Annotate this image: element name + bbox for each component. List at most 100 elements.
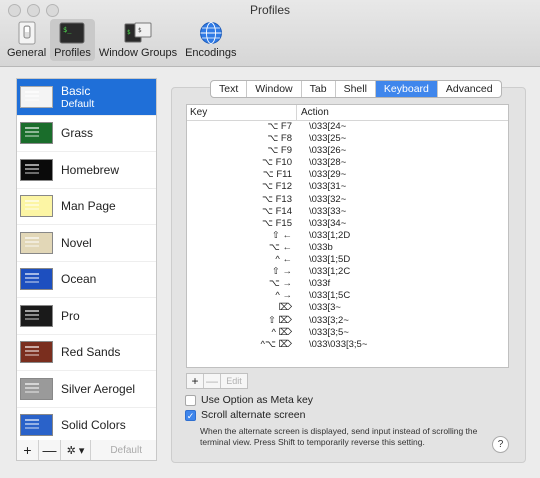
table-row[interactable]: ^ → \033[1;5C <box>187 290 508 302</box>
tab-tab[interactable]: Tab <box>302 81 336 97</box>
toolbar-encodings-label: Encodings <box>185 47 237 59</box>
action-cell: \033[24~ <box>309 121 347 132</box>
add-profile-button[interactable]: + <box>17 440 39 460</box>
key-cell: ^ ⌦ <box>271 326 292 338</box>
key-cell: ^⌥ ⌦ <box>260 338 292 350</box>
profile-item-silver-aerogel[interactable]: Silver Aerogel <box>17 371 156 408</box>
edit-key-mapping-button[interactable]: Edit <box>221 374 247 388</box>
key-mapping-controls: + — Edit <box>186 373 248 389</box>
profile-item-pro[interactable]: Pro <box>17 298 156 335</box>
table-row[interactable]: ⌥ F10 \033[28~ <box>187 157 508 169</box>
profile-item-novel[interactable]: Novel <box>17 225 156 262</box>
table-row[interactable]: ⌦ \033[3~ <box>187 302 508 314</box>
action-cell: \033[32~ <box>309 193 347 205</box>
table-row[interactable]: ⌥ ← \033b <box>187 242 508 254</box>
tab-keyboard[interactable]: Keyboard <box>375 81 438 97</box>
action-cell: \033[3;5~ <box>309 326 349 338</box>
svg-text:$: $ <box>138 27 142 34</box>
profile-thumbnail <box>20 231 53 254</box>
profile-thumbnail <box>20 268 53 291</box>
general-switch-icon <box>13 21 41 45</box>
remove-profile-button[interactable]: — <box>39 440 61 460</box>
toolbar-general[interactable]: General <box>3 19 50 61</box>
action-cell: \033[25~ <box>309 133 347 145</box>
option-meta-key-row[interactable]: Use Option as Meta key <box>185 394 313 406</box>
table-row[interactable]: ⌥ F14 \033[33~ <box>187 206 508 218</box>
option-meta-key-label: Use Option as Meta key <box>201 394 314 406</box>
table-header: Key Action <box>187 105 508 121</box>
key-cell: ⇧ ⌦ <box>267 314 292 326</box>
action-cell: \033\033[3;5~ <box>309 338 368 350</box>
table-row[interactable]: ^ ⌦ \033[3;5~ <box>187 327 508 339</box>
toolbar-window-groups[interactable]: $ $ Window Groups <box>95 19 181 61</box>
set-default-button[interactable]: Default <box>110 445 142 456</box>
table-row[interactable]: ⌥ F12 \033[31~ <box>187 181 508 193</box>
profile-list-controls: + — ✲ ▾ Default <box>16 440 157 461</box>
profile-name: Red Sands <box>61 345 121 360</box>
profile-name: Solid Colors <box>61 418 126 433</box>
profile-item-man-page[interactable]: Man Page <box>17 189 156 225</box>
action-cell: \033[1;2D <box>309 229 351 241</box>
remove-key-mapping-button[interactable]: — <box>204 374 221 388</box>
table-row[interactable]: ^⌥ ⌦ \033\033[3;5~ <box>187 339 508 351</box>
column-header-action[interactable]: Action <box>297 105 329 120</box>
tab-shell[interactable]: Shell <box>336 81 376 97</box>
toolbar-profiles[interactable]: $_ Profiles <box>50 19 95 61</box>
table-row[interactable]: ⌥ F7 \033[24~ <box>187 121 508 133</box>
table-row[interactable]: ⌥ F13 \033[32~ <box>187 194 508 206</box>
profile-name: Grass <box>61 126 94 141</box>
table-row[interactable]: ⌥ F8 \033[25~ <box>187 133 508 145</box>
profile-thumbnail <box>20 85 53 108</box>
toolbar-encodings[interactable]: Encodings <box>181 19 240 61</box>
profile-item-ocean[interactable]: Ocean <box>17 262 156 298</box>
profile-name: Homebrew <box>61 162 120 177</box>
key-cell: ⌥ F14 <box>262 205 292 217</box>
action-cell: \033[26~ <box>309 145 347 157</box>
key-cell: ⌥ F12 <box>262 181 292 193</box>
table-row[interactable]: ^ ← \033[1;5D <box>187 254 508 266</box>
svg-text:$: $ <box>127 29 131 36</box>
table-row[interactable]: ⇧ ⌦ \033[3;2~ <box>187 315 508 327</box>
window-groups-icon: $ $ <box>124 21 152 45</box>
action-cell: \033f <box>309 278 331 290</box>
table-row[interactable]: ⌥ F15 \033[34~ <box>187 218 508 230</box>
table-row[interactable]: ⌥ F11 \033[29~ <box>187 169 508 181</box>
key-cell: ⌥ F8 <box>267 133 292 145</box>
scroll-alternate-row[interactable]: ✓ Scroll alternate screen <box>185 409 305 421</box>
key-cell: ⇧ ← <box>271 229 292 241</box>
add-key-mapping-button[interactable]: + <box>187 374 204 388</box>
option-meta-key-checkbox[interactable] <box>185 394 196 406</box>
table-row[interactable]: ⇧ ← \033[1;2D <box>187 230 508 242</box>
profile-item-homebrew[interactable]: Homebrew <box>17 152 156 189</box>
profile-thumbnail <box>20 341 53 364</box>
profile-thumbnail <box>20 195 53 218</box>
profile-item-solid-colors[interactable]: Solid Colors <box>17 408 156 442</box>
action-cell: \033[3~ <box>309 302 341 314</box>
profile-item-basic[interactable]: Basic Default <box>17 79 156 116</box>
profile-item-red-sands[interactable]: Red Sands <box>17 335 156 371</box>
profile-name: Silver Aerogel <box>61 381 136 396</box>
table-row[interactable]: ⌥ F9 \033[26~ <box>187 145 508 157</box>
action-cell: \033b <box>309 241 333 253</box>
tab-window[interactable]: Window <box>247 81 302 97</box>
profile-default-badge: Default <box>61 97 95 110</box>
profile-actions-gear-icon[interactable]: ✲ ▾ <box>61 440 91 460</box>
tab-text[interactable]: Text <box>211 81 248 97</box>
profile-thumbnail <box>20 304 53 327</box>
help-button[interactable]: ? <box>492 436 509 453</box>
settings-tabs: Text Window Tab Shell Keyboard Advanced <box>210 80 502 98</box>
action-cell: \033[33~ <box>309 205 347 217</box>
tab-advanced[interactable]: Advanced <box>438 81 501 97</box>
profiles-list: Basic Default Grass Homebrew Man Page No… <box>16 78 157 442</box>
profile-item-grass[interactable]: Grass <box>17 116 156 152</box>
scroll-alternate-checkbox[interactable]: ✓ <box>185 409 196 421</box>
title-bar: Profiles General $_ Profiles $ $ Window G… <box>0 0 540 67</box>
action-cell: \033[31~ <box>309 181 347 193</box>
column-header-key[interactable]: Key <box>187 105 297 120</box>
terminal-icon: $_ <box>58 21 86 45</box>
profile-name: Man Page <box>61 199 116 214</box>
table-row[interactable]: ⇧ → \033[1;2C <box>187 266 508 278</box>
key-cell: ⌥ → <box>268 278 292 290</box>
table-row[interactable]: ⌥ → \033f <box>187 278 508 290</box>
action-cell: \033[34~ <box>309 217 347 229</box>
